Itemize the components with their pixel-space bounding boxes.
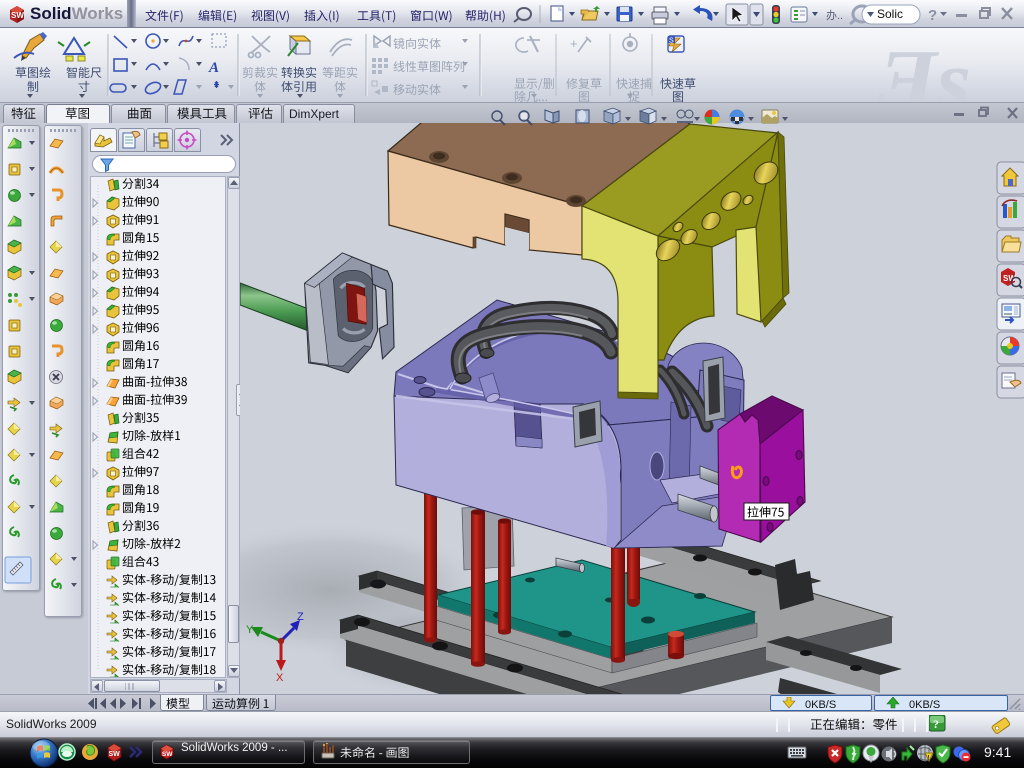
svg-text:Solic: Solic bbox=[877, 7, 903, 21]
svg-text:SW: SW bbox=[11, 11, 24, 20]
svg-text:0KB/S: 0KB/S bbox=[909, 699, 940, 710]
svg-text:?: ? bbox=[933, 717, 939, 731]
svg-text:Y: Y bbox=[246, 624, 254, 636]
svg-text:X: X bbox=[276, 672, 284, 684]
svg-text:S: S bbox=[669, 38, 674, 45]
svg-text:Z: Z bbox=[297, 611, 304, 623]
svg-text:Ǝs: Ǝs bbox=[877, 33, 971, 102]
svg-text:+: + bbox=[570, 36, 578, 51]
svg-text:?: ? bbox=[928, 7, 937, 24]
svg-text:!: ! bbox=[928, 756, 930, 762]
svg-text:办..: 办.. bbox=[826, 9, 843, 22]
svg-text:SW: SW bbox=[109, 751, 121, 758]
svg-text:A: A bbox=[208, 60, 219, 76]
svg-text:SW: SW bbox=[162, 751, 173, 758]
svg-text:0KB/S: 0KB/S bbox=[805, 699, 836, 710]
